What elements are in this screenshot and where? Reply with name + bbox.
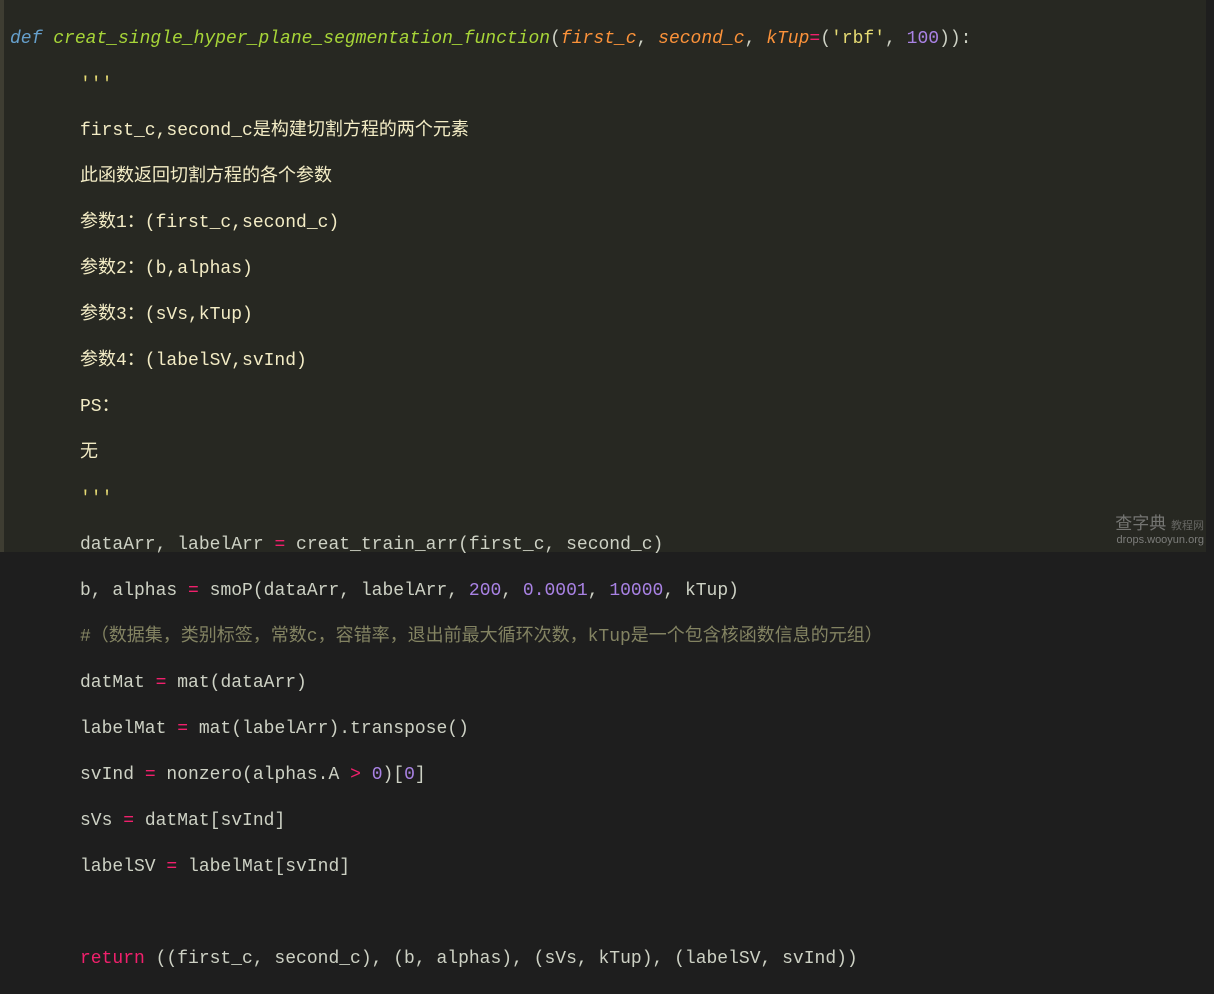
code-line: ''' — [10, 74, 1196, 97]
code-line: b, alphas = smoP(dataArr, labelArr, 200,… — [10, 580, 1196, 603]
function-name: creat_single_hyper_plane_segmentation_fu… — [53, 29, 550, 49]
code-editor[interactable]: def creat_single_hyper_plane_segmentatio… — [0, 0, 1206, 552]
keyword-def: def — [10, 29, 42, 49]
code-line: #（数据集，类别标签，常数c，容错率，退出前最大循环次数，kTup是一个包含核函… — [10, 626, 1196, 649]
code-line: sVs = datMat[svInd] — [10, 810, 1196, 833]
code-line: labelMat = mat(labelArr).transpose() — [10, 718, 1196, 741]
comment: #（数据集，类别标签，常数c，容错率，退出前最大循环次数，kTup是一个包含核函… — [80, 627, 883, 647]
code-line: PS： — [10, 396, 1196, 419]
param: first_c — [561, 29, 637, 49]
param: second_c — [658, 29, 744, 49]
code-line: 无 — [10, 442, 1196, 465]
code-line: 参数4：(labelSV,svInd) — [10, 350, 1196, 373]
code-line: 参数2：(b,alphas) — [10, 258, 1196, 281]
code-line: return ((first_c, second_c), (b, alphas)… — [10, 948, 1196, 971]
code-line: dataArr, labelArr = creat_train_arr(firs… — [10, 534, 1196, 557]
docstring-open: ''' — [80, 75, 112, 95]
code-line: 参数1：(first_c,second_c) — [10, 212, 1196, 235]
code-line: 参数3：(sVs,kTup) — [10, 304, 1196, 327]
code-line: def creat_single_hyper_plane_segmentatio… — [10, 28, 1196, 51]
code-line: datMat = mat(dataArr) — [10, 672, 1196, 695]
code-line: svInd = nonzero(alphas.A > 0)[0] — [10, 764, 1196, 787]
code-line: labelSV = labelMat[svInd] — [10, 856, 1196, 879]
code-line: ''' — [10, 488, 1196, 511]
blank-line — [10, 902, 1196, 925]
param: kTup — [766, 29, 809, 49]
code-line: first_c,second_c是构建切割方程的两个元素 — [10, 120, 1196, 143]
code-line: 此函数返回切割方程的各个参数 — [10, 166, 1196, 189]
keyword-return: return — [80, 949, 145, 969]
docstring-close: ''' — [80, 489, 112, 509]
